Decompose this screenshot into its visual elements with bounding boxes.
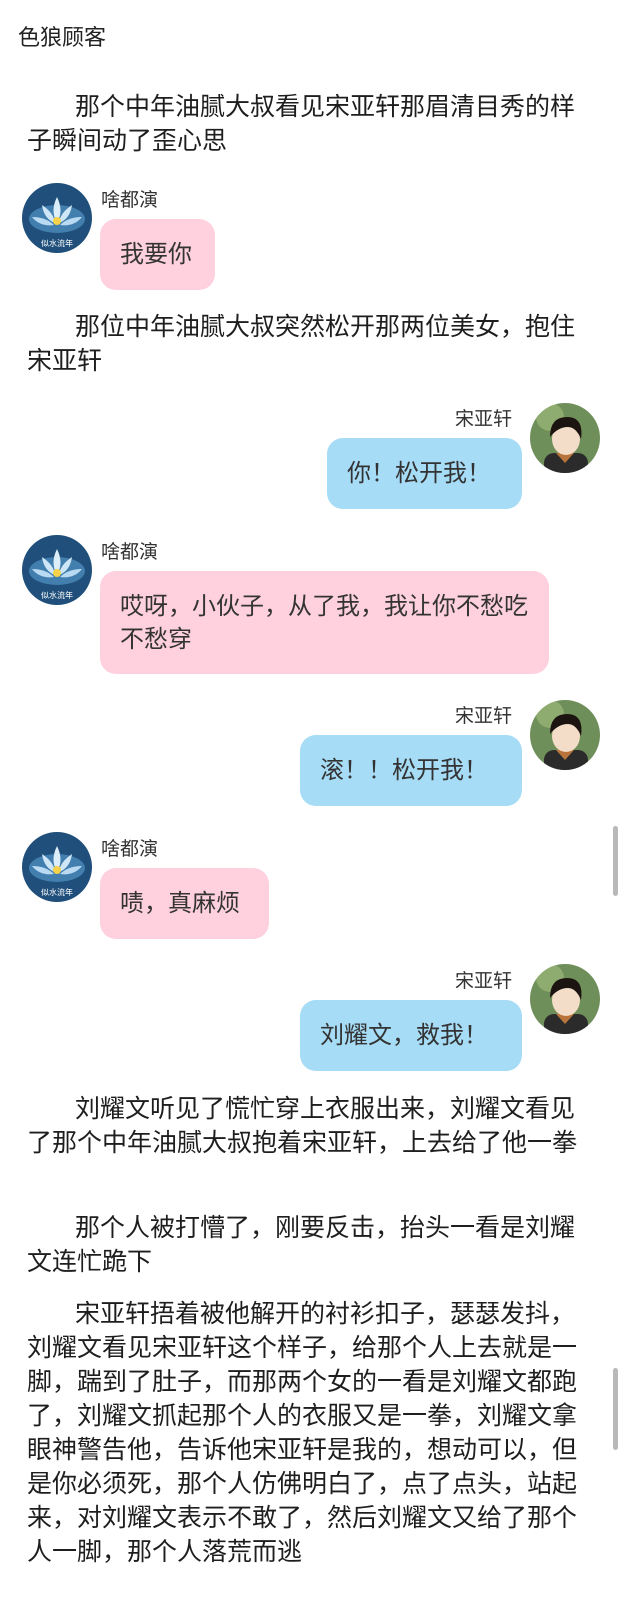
message-bubble-left[interactable]: 我要你 (100, 219, 215, 290)
sender-name: 啥都演 (101, 838, 159, 860)
person-avatar-icon[interactable] (530, 403, 600, 473)
person-avatar-icon[interactable] (530, 964, 600, 1034)
story-paragraph: 那位中年油腻大叔突然松开那两位美女，抱住宋亚轩 (27, 312, 576, 375)
story-paragraph: 那个人被打懵了，刚要反击，抬头一看是刘耀文连忙跪下 (27, 1213, 576, 1276)
story-paragraph: 宋亚轩捂着被他解开的衬衫扣子，瑟瑟发抖，刘耀文看见宋亚轩这个样子，给那个人上去就… (27, 1299, 578, 1566)
story-paragraph: 那个中年油腻大叔看见宋亚轩那眉清目秀的样子瞬间动了歪心思 (27, 92, 576, 155)
sender-name: 宋亚轩 (455, 970, 513, 992)
message-bubble-left[interactable]: 哎呀，小伙子，从了我，我让你不愁吃不愁穿 (100, 571, 549, 674)
lotus-avatar-icon[interactable]: 似水流年 (22, 183, 92, 253)
message-text: 哎呀，小伙子，从了我，我让你不愁吃不愁穿 (120, 592, 528, 653)
story-paragraph: 刘耀文听见了慌忙穿上衣服出来，刘耀文看见了那个中年油腻大叔抱着宋亚轩，上去给了他… (27, 1094, 578, 1157)
sender-name: 啥都演 (101, 541, 159, 563)
sender-name: 宋亚轩 (455, 408, 513, 430)
page-title: 色狼顾客 (18, 26, 107, 51)
scrollbar[interactable] (613, 1368, 618, 1450)
sender-name: 啥都演 (101, 189, 159, 211)
message-bubble-right[interactable]: 滚！！松开我！ (300, 735, 522, 806)
message-bubble-right[interactable]: 刘耀文，救我！ (300, 1000, 522, 1071)
avatar-caption: 似水流年 (41, 238, 73, 248)
scrollbar[interactable] (613, 826, 618, 896)
message-text: 你！松开我！ (347, 459, 491, 487)
message-text: 我要你 (120, 240, 192, 268)
person-avatar-icon[interactable] (530, 700, 600, 770)
lotus-avatar-icon[interactable]: 似水流年 (22, 832, 92, 902)
message-text: 刘耀文，救我！ (320, 1021, 488, 1049)
message-text: 啧，真麻烦 (120, 889, 240, 917)
avatar-caption: 似水流年 (41, 887, 73, 897)
message-bubble-right[interactable]: 你！松开我！ (327, 438, 522, 509)
avatar-caption: 似水流年 (41, 590, 73, 600)
sender-name: 宋亚轩 (455, 705, 513, 727)
message-bubble-left[interactable]: 啧，真麻烦 (100, 868, 269, 939)
message-text: 滚！！松开我！ (320, 756, 488, 784)
lotus-avatar-icon[interactable]: 似水流年 (22, 535, 92, 605)
